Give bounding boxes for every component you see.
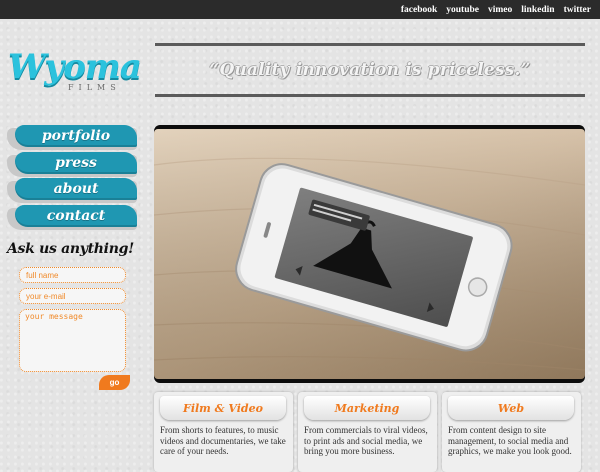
- main-nav: portfolio press about contact: [7, 125, 137, 231]
- service-tab[interactable]: Marketing: [304, 396, 430, 420]
- nav-item-press[interactable]: press: [7, 151, 137, 177]
- linkedin-link[interactable]: linkedin: [521, 5, 554, 15]
- service-title: Web: [497, 401, 525, 415]
- message-textarea[interactable]: [19, 309, 126, 372]
- slogan-banner: “Quality innovation is priceless.”: [155, 46, 585, 94]
- go-button[interactable]: go: [99, 375, 130, 390]
- logo-wordmark: Wyoma: [8, 47, 142, 87]
- slogan-bottom-rule: [155, 94, 585, 97]
- service-title: Marketing: [334, 401, 400, 415]
- nav-label: about: [53, 181, 99, 197]
- social-bar: facebook youtube vimeo linkedin twitter: [0, 0, 600, 19]
- service-title: Film & Video: [183, 401, 263, 415]
- service-card-marketing: Marketing From commercials to viral vide…: [298, 392, 437, 472]
- nav-label: press: [55, 154, 97, 171]
- service-card-film: Film & Video From shorts to features, to…: [154, 392, 293, 472]
- facebook-link[interactable]: facebook: [401, 5, 437, 15]
- nav-label: portfolio: [41, 128, 111, 144]
- youtube-link[interactable]: youtube: [446, 5, 479, 15]
- email-input[interactable]: [19, 288, 126, 304]
- ribbon: press: [15, 151, 137, 174]
- service-description: From shorts to features, to music videos…: [160, 425, 286, 456]
- full-name-input[interactable]: [19, 267, 126, 283]
- nav-item-about[interactable]: about: [7, 178, 137, 203]
- nav-label: contact: [46, 207, 106, 224]
- nav-item-portfolio[interactable]: portfolio: [7, 125, 137, 150]
- ribbon: about: [15, 178, 137, 200]
- ask-heading: Ask us anything!: [7, 241, 134, 257]
- phone-photo-illustration: [154, 129, 585, 379]
- ribbon: contact: [15, 204, 137, 227]
- service-description: From content design to site management, …: [448, 425, 572, 456]
- service-description: From commercials to viral videos, to pri…: [304, 425, 428, 456]
- hero-image: [154, 125, 585, 383]
- service-card-web: Web From content design to site manageme…: [442, 392, 581, 472]
- slogan-text: “Quality innovation is priceless.”: [209, 60, 531, 80]
- twitter-link[interactable]: twitter: [564, 5, 591, 15]
- ribbon: portfolio: [15, 125, 137, 147]
- logo[interactable]: Wyoma FILMS: [6, 48, 142, 96]
- vimeo-link[interactable]: vimeo: [488, 5, 512, 15]
- nav-item-contact[interactable]: contact: [7, 204, 137, 230]
- service-tab[interactable]: Web: [448, 396, 574, 420]
- logo-subtitle: FILMS: [68, 83, 121, 92]
- service-tab[interactable]: Film & Video: [160, 396, 286, 420]
